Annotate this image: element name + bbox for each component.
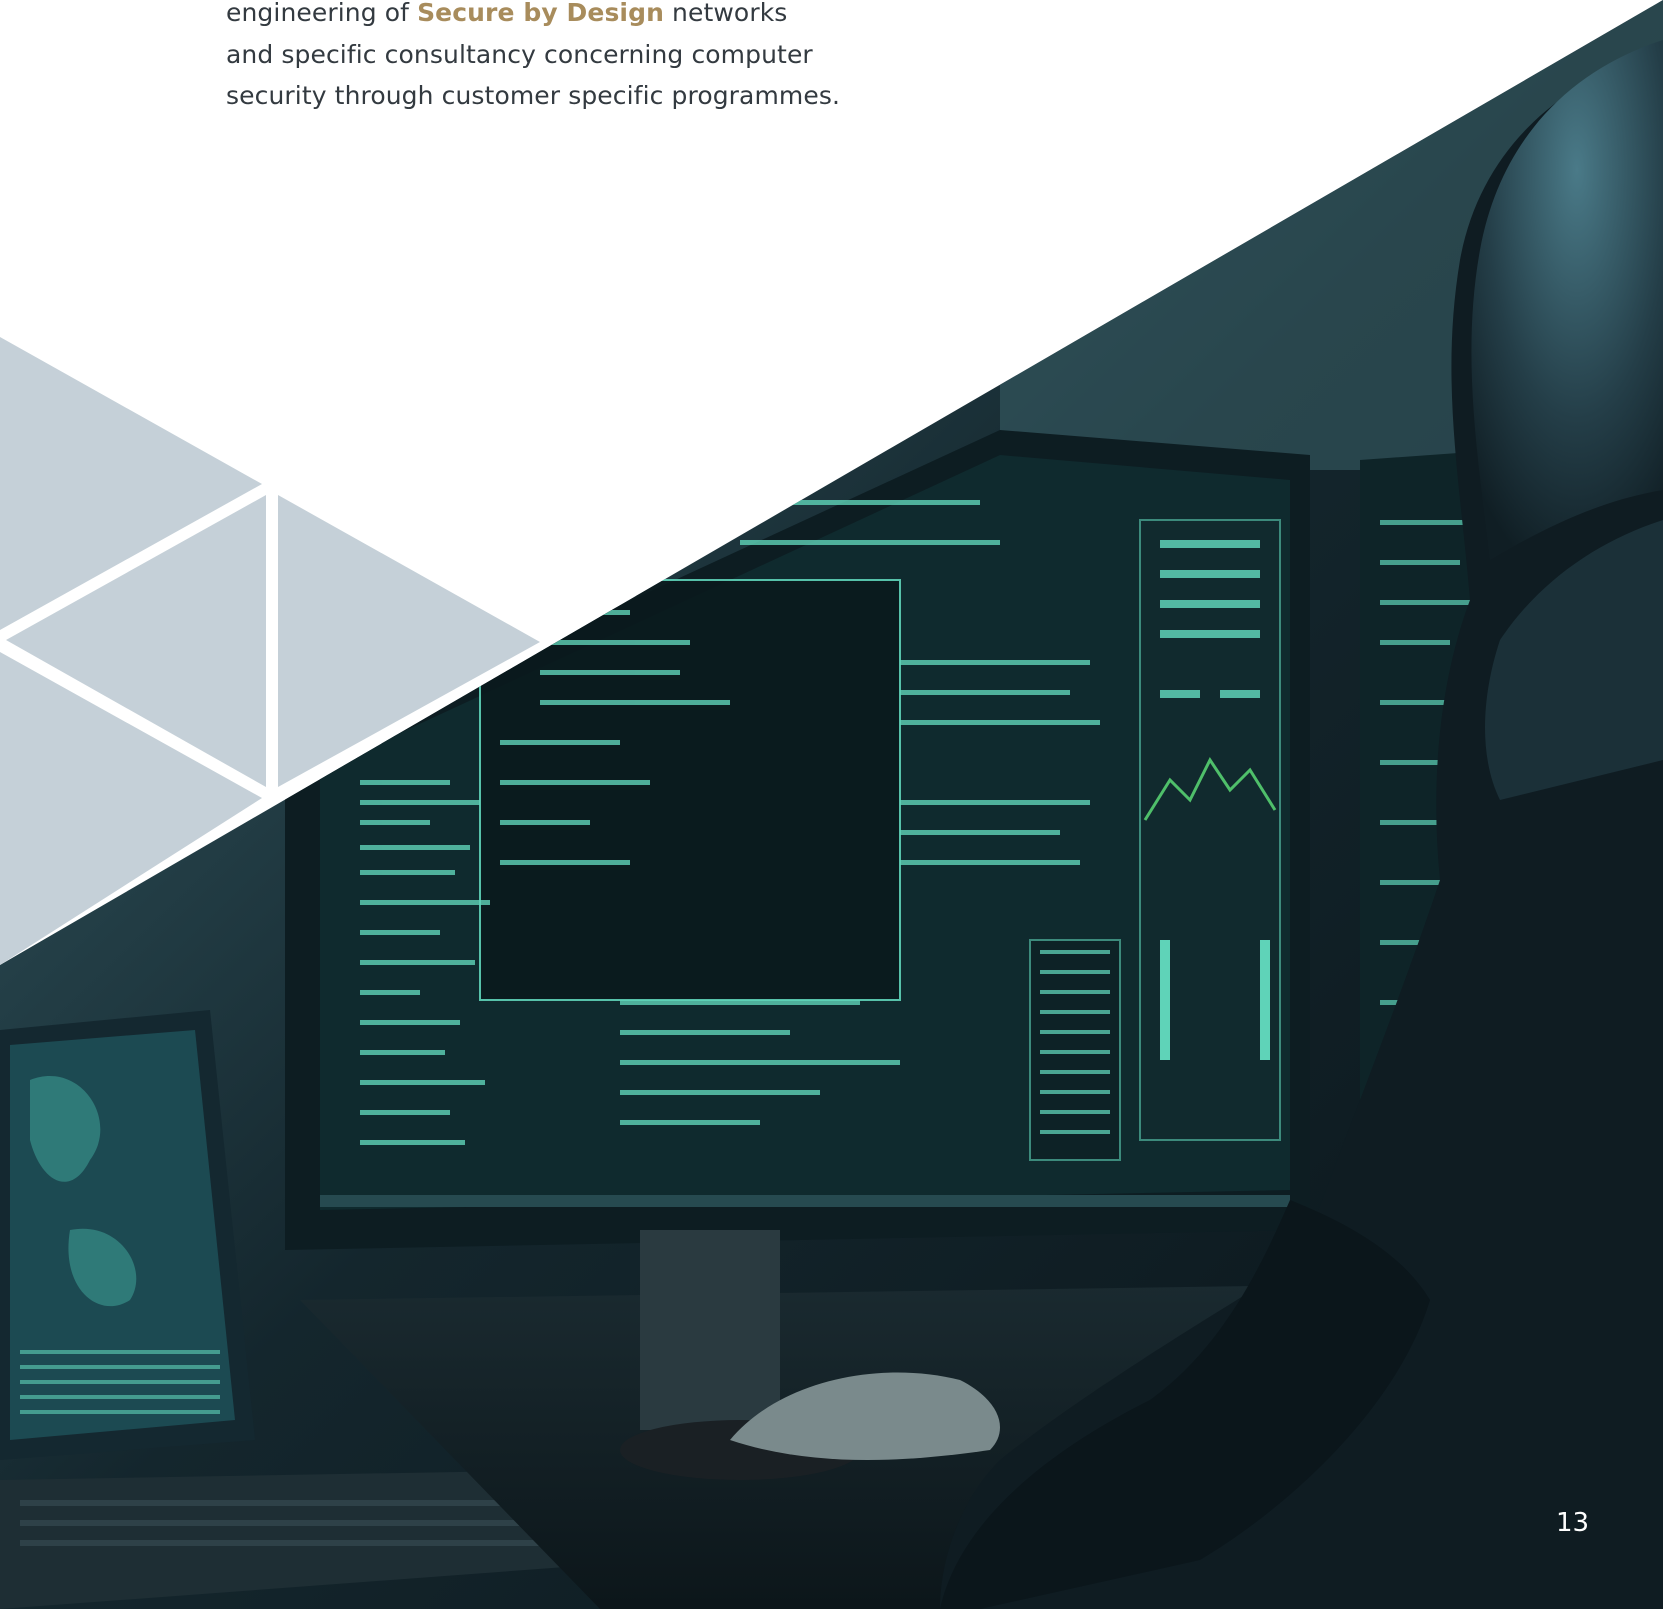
- secure-by-design-emphasis: Secure by Design: [417, 0, 664, 27]
- intro-line-1: engineering of Secure by Design networks: [226, 0, 788, 27]
- hacker-photo: [0, 0, 1663, 1609]
- intro-paragraph: engineering of Secure by Design networks…: [226, 0, 841, 117]
- page-number: 13: [1556, 1508, 1590, 1538]
- brochure-page: engineering of Secure by Design networks…: [0, 0, 1663, 1609]
- intro-line-2: and specific consultancy concerning comp…: [226, 39, 813, 69]
- intro-line-3: security through customer specific progr…: [226, 81, 841, 110]
